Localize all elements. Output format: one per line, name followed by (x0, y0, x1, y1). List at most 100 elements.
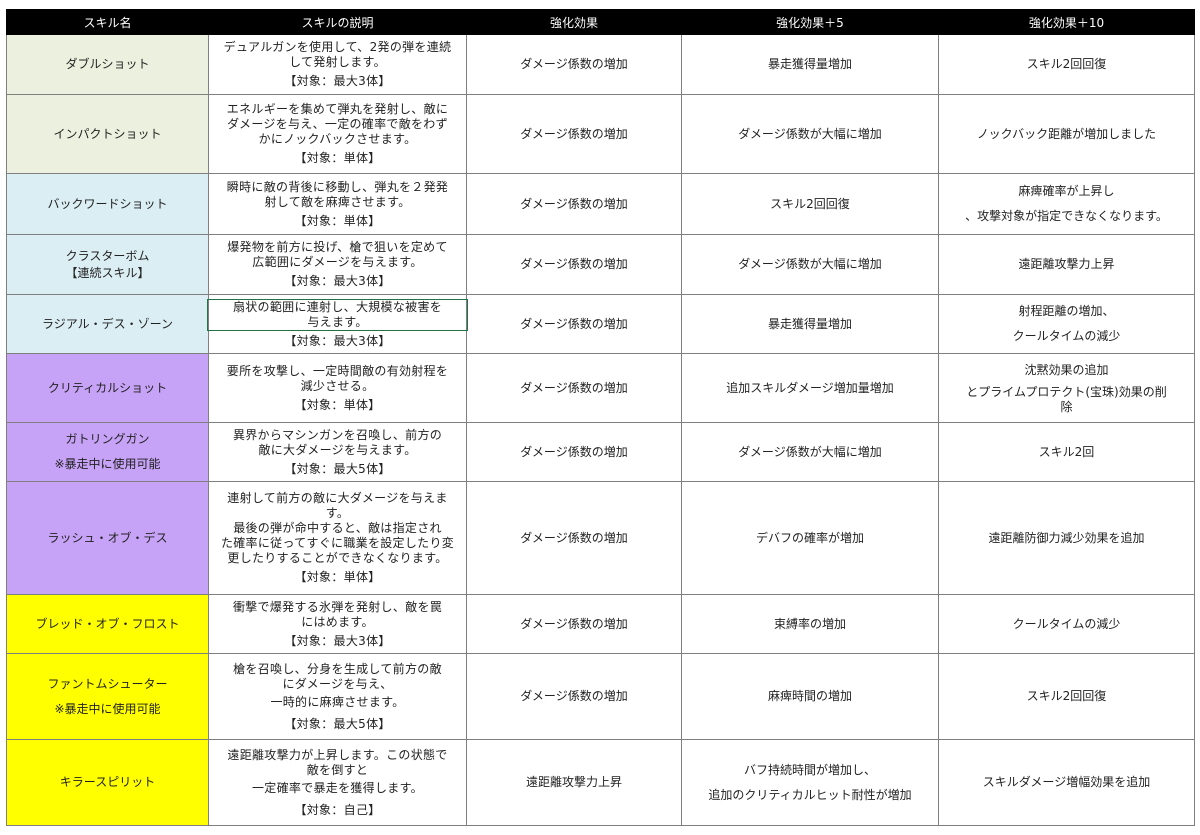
table-row: ガトリングガン ※暴走中に使用可能 異界からマシンガンを召喚し、前方の 敵に大ダ… (6, 422, 1195, 482)
header-effect-plus5[interactable]: 強化効果＋5 (681, 9, 939, 35)
target-label: 【対象：単体】 (294, 397, 381, 412)
target-label: 【対象：最大3体】 (284, 74, 391, 88)
effect-cell[interactable]: ダメージ係数の増加 (466, 34, 682, 95)
effect-plus10-cell[interactable]: クールタイムの減少 (938, 594, 1195, 654)
skill-description-cell[interactable]: エネルギーを集めて弾丸を発射し、敵に ダメージを与え、一定の確率で敵をわず かに… (208, 94, 467, 174)
skill-name-cell[interactable]: クリティカルショット (6, 353, 209, 423)
target-label: 【対象：単体】 (294, 570, 381, 584)
effect-plus10-cell[interactable]: スキル2回回復 (938, 653, 1195, 740)
effect-text: ダメージ係数の増加 (520, 380, 628, 395)
effect-text: ダメージ係数の増加 (520, 689, 628, 703)
skill-name-cell[interactable]: ダブルショット (6, 34, 209, 95)
header-skill-description[interactable]: スキルの説明 (208, 9, 467, 35)
table-row: バックワードショット 瞬時に敵の背後に移動し、弾丸を２発発 射して敵を麻痺させま… (6, 173, 1195, 235)
skill-description-cell[interactable]: 異界からマシンガンを召喚し、前方の 敵に大ダメージを与えます。 【対象：最大5体… (208, 422, 467, 482)
effect-text: デバフの確率が増加 (755, 530, 864, 545)
effect-plus10-cell[interactable]: 麻痺確率が上昇し 、攻撃対象が指定できなくなります。 (938, 173, 1195, 235)
effect-cell[interactable]: ダメージ係数の増加 (466, 422, 682, 482)
effect-plus5-cell[interactable]: 束縛率の増加 (681, 594, 939, 654)
effect-plus5-cell[interactable]: バフ持続時間が増加し、 追加のクリティカルヒット耐性が増加 (681, 739, 939, 826)
skill-name-cell[interactable]: ラッシュ・オブ・デス (6, 481, 209, 595)
effect-plus5-cell[interactable]: ダメージ係数が大幅に増加 (681, 94, 939, 174)
skill-description-cell[interactable]: デュアルガンを使用して、2発の弾を連続 して発射します。 【対象：最大3体】 (208, 34, 467, 95)
skill-name-cell[interactable]: ガトリングガン ※暴走中に使用可能 (6, 422, 209, 482)
effect-text: とプライムプロテクト(宝珠)効果の削 (966, 385, 1167, 399)
description-line: 一時的に麻痺させます。 (270, 694, 405, 709)
effect-plus10-cell[interactable]: ノックバック距離が増加しました (938, 94, 1195, 174)
effect-plus5-cell[interactable]: ダメージ係数が大幅に増加 (681, 422, 939, 482)
effect-cell[interactable]: ダメージ係数の増加 (466, 234, 682, 295)
effect-text: 遠距離攻撃力上昇 (525, 775, 622, 789)
description-line: ダメージを与え、一定の確率で敵をわず (227, 117, 448, 131)
header-effect-plus10[interactable]: 強化効果＋10 (938, 9, 1195, 35)
effect-cell[interactable]: ダメージ係数の増加 (466, 173, 682, 235)
effect-text: 追加のクリティカルヒット耐性が増加 (708, 787, 912, 802)
effect-plus5-cell[interactable]: 追加スキルダメージ増加量増加 (681, 353, 939, 423)
effect-plus10-cell[interactable]: 沈黙効果の追加 とプライムプロテクト(宝珠)効果の削 除 (938, 353, 1195, 423)
effect-cell[interactable]: ダメージ係数の増加 (466, 294, 682, 354)
effect-text: 除 (1060, 400, 1073, 414)
skill-name-cell[interactable]: ブレッド・オブ・フロスト (6, 594, 209, 654)
skill-description-cell[interactable]: 扇状の範囲に連射し、大規模な被害を 与えます。 【対象：最大3体】 (207, 294, 468, 354)
effect-plus5-cell[interactable]: スキル2回回復 (681, 173, 939, 235)
description-line: 衝撃で爆発する氷弾を発射し、敵を罠 (232, 599, 443, 614)
effect-cell[interactable]: ダメージ係数の増加 (466, 594, 682, 654)
header-row: スキル名 スキルの説明 強化効果 強化効果＋5 強化効果＋10 (6, 9, 1195, 35)
table-row: クリティカルショット 要所を攻撃し、一定時間敵の有効射程を 減少させる。 【対象… (6, 353, 1195, 423)
effect-text: ダメージ係数の増加 (520, 444, 628, 459)
effect-text: 暴走獲得量増加 (767, 57, 852, 71)
skill-name-cell[interactable]: ラジアル・デス・ゾーン (6, 294, 209, 354)
effect-plus10-cell[interactable]: 射程距離の増加、 クールタイムの減少 (938, 294, 1195, 354)
skill-name-cell[interactable]: バックワードショット (6, 173, 209, 235)
skill-name: インパクトショット (53, 126, 162, 141)
description-line: にはめます。 (301, 614, 374, 629)
target-label: 【対象：自己】 (294, 802, 381, 817)
effect-plus5-cell[interactable]: ダメージ係数が大幅に増加 (681, 234, 939, 295)
skill-description-cell[interactable]: 衝撃で爆発する氷弾を発射し、敵を罠 にはめます。 【対象：最大3体】 (208, 594, 467, 654)
skill-name: バックワードショット (47, 196, 168, 211)
skill-name-note: ※暴走中に使用可能 (54, 457, 161, 471)
effect-text: ダメージ係数が大幅に増加 (738, 257, 882, 271)
skill-description-cell[interactable]: 槍を召喚し、分身を生成して前方の敵 にダメージを与え、 一時的に麻痺させます。 … (208, 653, 467, 740)
effect-plus5-cell[interactable]: 暴走獲得量増加 (681, 34, 939, 95)
target-label: 【対象：最大3体】 (284, 333, 391, 348)
effect-plus5-cell[interactable]: 麻痺時間の増加 (681, 653, 939, 740)
skill-name: クリティカルショット (47, 380, 168, 395)
effect-cell[interactable]: 遠距離攻撃力上昇 (466, 739, 682, 826)
effect-text: ダメージ係数の増加 (520, 57, 628, 71)
skill-description-cell[interactable]: 爆発物を前方に投げ、槍で狙いを定めて 広範囲にダメージを与えます。 【対象：最大… (208, 234, 467, 295)
effect-cell[interactable]: ダメージ係数の増加 (466, 481, 682, 595)
effect-text: スキル2回回復 (1026, 57, 1107, 71)
effect-cell[interactable]: ダメージ係数の増加 (466, 653, 682, 740)
skill-description-cell[interactable]: 瞬時に敵の背後に移動し、弾丸を２発発 射して敵を麻痺させます。 【対象：単体】 (208, 173, 467, 235)
skill-description-cell[interactable]: 連射して前方の敵に大ダメージを与えま す。 最後の弾が命中すると、敵は指定され … (208, 481, 467, 595)
skill-name-cell[interactable]: ファントムシューター ※暴走中に使用可能 (6, 653, 209, 740)
effect-plus5-cell[interactable]: デバフの確率が増加 (681, 481, 939, 595)
description-line: す。 (325, 506, 350, 520)
description-line: 爆発物を前方に投げ、槍で狙いを定めて (227, 240, 448, 254)
effect-text: 麻痺時間の増加 (767, 689, 852, 703)
effect-text: 追加スキルダメージ増加量増加 (726, 380, 894, 395)
effect-text: ダメージ係数の増加 (520, 126, 628, 141)
skill-description-cell[interactable]: 遠距離攻撃力が上昇します。この状態で 敵を倒すと 一定確率で暴走を獲得します。 … (208, 739, 467, 826)
header-effect[interactable]: 強化効果 (466, 9, 682, 35)
effect-cell[interactable]: ダメージ係数の増加 (466, 94, 682, 174)
skill-name-cell[interactable]: インパクトショット (6, 94, 209, 174)
table-row: ラッシュ・オブ・デス 連射して前方の敵に大ダメージを与えま す。 最後の弾が命中… (6, 481, 1195, 595)
effect-plus10-cell[interactable]: スキルダメージ増幅効果を追加 (938, 739, 1195, 826)
header-skill-name[interactable]: スキル名 (6, 9, 209, 35)
target-label: 【対象：最大3体】 (284, 274, 391, 288)
description-line: 扇状の範囲に連射し、大規模な被害を (232, 299, 443, 314)
skill-name-cell[interactable]: キラースピリット (6, 739, 209, 826)
effect-plus10-cell[interactable]: 遠距離攻撃力上昇 (938, 234, 1195, 295)
effect-text: ダメージ係数の増加 (520, 257, 628, 271)
skill-name-cell[interactable]: クラスターボム 【連続スキル】 (6, 234, 209, 295)
effect-plus10-cell[interactable]: スキル2回 (938, 422, 1195, 482)
effect-plus10-cell[interactable]: スキル2回回復 (938, 34, 1195, 95)
effect-plus10-cell[interactable]: 遠距離防御力減少効果を追加 (938, 481, 1195, 595)
effect-plus5-cell[interactable]: 暴走獲得量増加 (681, 294, 939, 354)
effect-text: スキル2回 (1038, 444, 1095, 459)
skill-description-cell[interactable]: 要所を攻撃し、一定時間敵の有効射程を 減少させる。 【対象：単体】 (208, 353, 467, 423)
effect-cell[interactable]: ダメージ係数の増加 (466, 353, 682, 423)
